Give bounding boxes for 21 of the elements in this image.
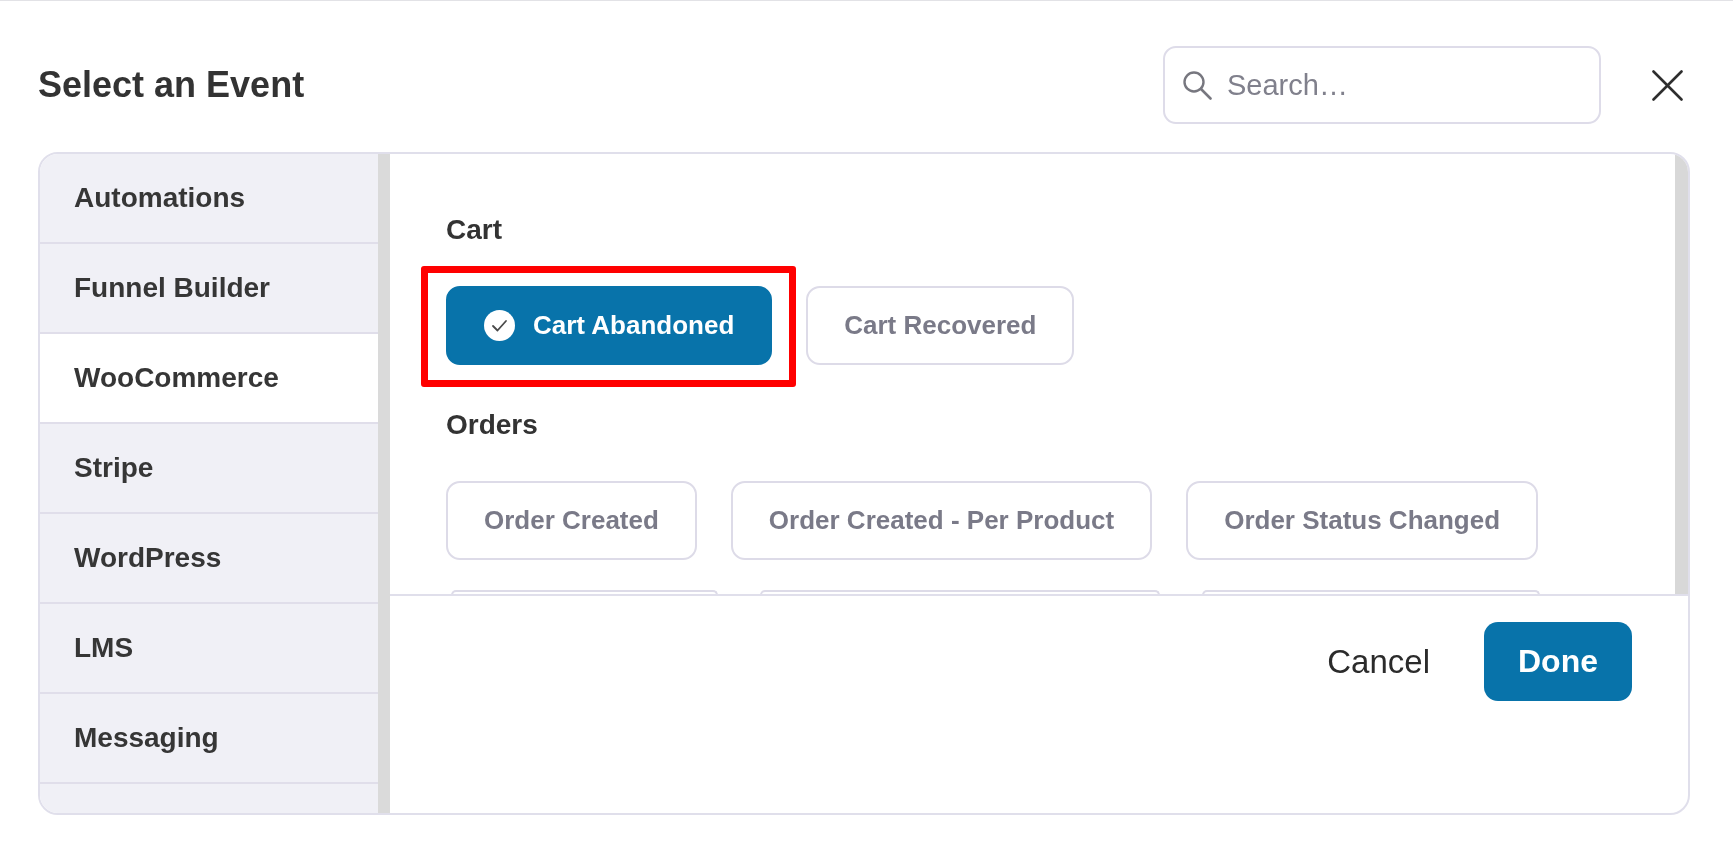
- section-heading: Orders: [446, 409, 539, 441]
- dialog-title: Select an Event: [38, 64, 306, 106]
- event-option[interactable]: [1202, 590, 1540, 594]
- cancel-button[interactable]: Cancel: [1315, 622, 1442, 701]
- event-option[interactable]: [451, 590, 718, 594]
- done-button[interactable]: Done: [1484, 622, 1632, 701]
- event-option[interactable]: [760, 590, 1160, 594]
- close-icon: [1652, 69, 1683, 101]
- sidebar-item[interactable]: WooCommerce: [40, 334, 378, 424]
- scrollbar[interactable]: [1675, 155, 1688, 594]
- event-option[interactable]: Cart Abandoned: [446, 286, 773, 365]
- search-icon: [1182, 70, 1212, 100]
- event-option[interactable]: Order Created: [446, 481, 697, 560]
- section-heading: Cart: [446, 214, 503, 246]
- event-option[interactable]: Cart Recovered: [806, 286, 1075, 365]
- close-button[interactable]: [1652, 69, 1683, 101]
- event-option[interactable]: Order Created - Per Product: [730, 481, 1153, 560]
- scrollbar[interactable]: [378, 154, 390, 813]
- search-field[interactable]: Search…: [1163, 46, 1601, 124]
- event-option[interactable]: Order Status Changed: [1186, 481, 1539, 560]
- check-circle-icon: [484, 310, 515, 341]
